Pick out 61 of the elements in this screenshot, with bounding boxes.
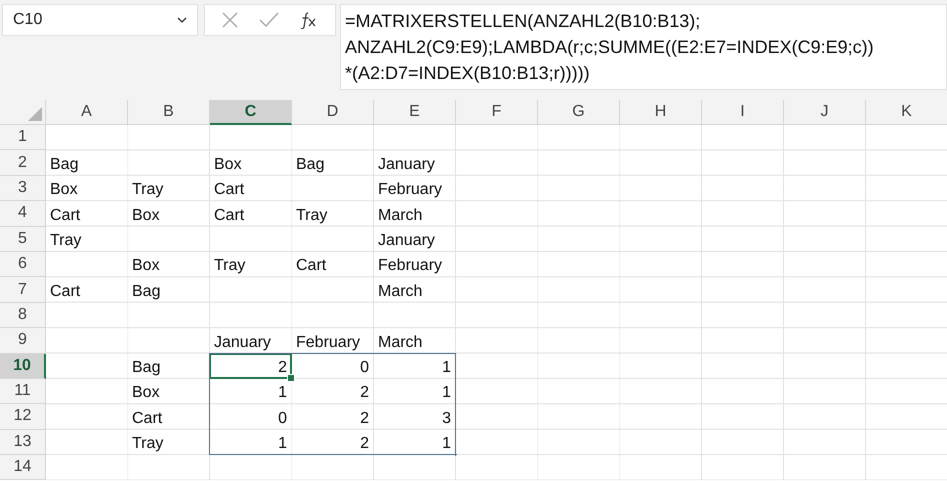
- table-cell-text: Cart: [49, 282, 82, 302]
- row-header[interactable]: 2: [0, 150, 46, 176]
- row-header[interactable]: 11: [0, 378, 46, 404]
- row-header[interactable]: 1: [0, 125, 46, 150]
- table-cell-text: Bag: [295, 154, 326, 175]
- column-header[interactable]: I: [702, 100, 784, 125]
- row-header[interactable]: 4: [0, 201, 46, 227]
- name-box[interactable]: C10: [2, 4, 198, 36]
- table-cell-text: Box: [131, 206, 161, 226]
- table-cell-text: March: [377, 206, 424, 226]
- row-header[interactable]: 5: [0, 226, 46, 252]
- triangle-icon: [28, 107, 42, 121]
- column-header[interactable]: A: [46, 100, 128, 125]
- table-cell-text: Bag: [49, 154, 80, 175]
- table-cell-text: March: [377, 282, 424, 302]
- table-cell-text: Box: [213, 154, 243, 175]
- row-header[interactable]: 8: [0, 302, 46, 328]
- table-cell-text: Tray: [295, 206, 328, 226]
- column-header[interactable]: J: [784, 100, 866, 125]
- cancel-icon[interactable]: [221, 11, 239, 29]
- row-header[interactable]: 6: [0, 252, 46, 278]
- column-header[interactable]: H: [620, 100, 702, 125]
- column-header[interactable]: G: [538, 100, 620, 125]
- table-cell-text: Box: [131, 256, 161, 276]
- table-cell-text: February: [377, 180, 444, 200]
- table-cell-text: Cart: [295, 256, 328, 276]
- column-header[interactable]: K: [866, 100, 947, 125]
- formula-field[interactable]: =MATRIXERSTELLEN(ANZAHL2(B10:B13); ANZAHL2(C9:E9);LAMBDA(r;c;SUMME((E2:E7=INDEX(C9:E9;c)) *(A2:D7=INDEX(B10:B13;r))))): [340, 4, 947, 90]
- row-header[interactable]: 7: [0, 277, 46, 303]
- table-cell-text: Bag: [131, 282, 162, 302]
- table-cell-text: January: [377, 154, 436, 175]
- table-cell-text: Box: [49, 180, 79, 200]
- column-header[interactable]: D: [292, 100, 374, 125]
- table-cell-text: Tray: [213, 256, 246, 276]
- column-header[interactable]: B: [128, 100, 210, 125]
- table-cell-text: Cart: [213, 206, 246, 226]
- select-all-corner[interactable]: [0, 100, 46, 125]
- row-header[interactable]: 9: [0, 328, 46, 354]
- table-cell-text: February: [377, 256, 444, 276]
- row-header[interactable]: 10: [0, 354, 46, 379]
- row-header[interactable]: 12: [0, 404, 46, 430]
- column-header[interactable]: E: [374, 100, 456, 125]
- table-cell-text: 2: [359, 383, 370, 404]
- column-header[interactable]: C: [210, 100, 292, 125]
- table-cell-text: January: [377, 230, 436, 251]
- table-cell-text: Cart: [49, 206, 82, 226]
- table-cell: 0: [292, 354, 373, 378]
- table-cell-text: Cart: [213, 180, 246, 200]
- fill-handle[interactable]: [287, 374, 295, 382]
- table-cell-text: Tray: [131, 180, 164, 200]
- table-cell-text: 2: [359, 408, 370, 429]
- row-header[interactable]: 14: [0, 455, 46, 480]
- row-header[interactable]: 3: [0, 176, 46, 202]
- table-cell: 1: [210, 378, 291, 404]
- caret-icon: [177, 17, 187, 23]
- table-cell-text: Tray: [49, 230, 82, 251]
- column-header[interactable]: F: [456, 100, 538, 125]
- row-header[interactable]: 13: [0, 430, 46, 456]
- table-cell: 0: [210, 404, 291, 429]
- check-icon[interactable]: [259, 12, 279, 28]
- table-cell: 2: [210, 354, 291, 378]
